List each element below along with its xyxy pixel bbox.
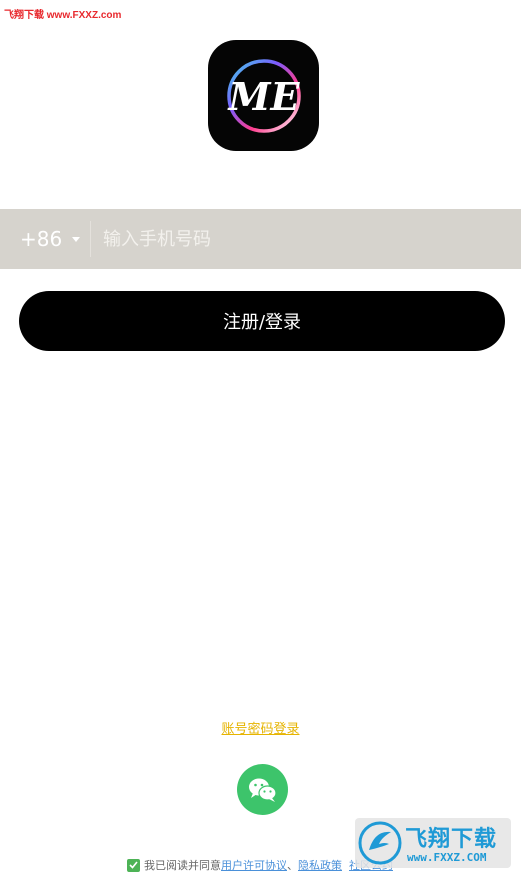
phone-number-input[interactable] [91, 209, 521, 269]
agreement-separator: 、 [287, 859, 298, 872]
register-login-button[interactable]: 注册/登录 [19, 291, 505, 351]
privacy-policy-link[interactable]: 隐私政策 [298, 857, 342, 873]
logo-text: ME [226, 74, 300, 119]
fxxz-logo-icon [358, 821, 402, 865]
checkmark-icon [129, 861, 138, 869]
phone-input-row: +86 [0, 209, 521, 269]
agree-checkbox[interactable] [127, 858, 140, 872]
wechat-login-button[interactable] [237, 764, 288, 815]
agreement-prefix: 我已阅读并同意 [144, 859, 221, 872]
country-code-text: +86 [20, 227, 63, 251]
password-login-link[interactable]: 账号密码登录 [0, 718, 521, 737]
watermark-top-text: 飞翔下载 www.FXXZ.com [4, 10, 122, 21]
watermark-badge-site: www.FXXZ.COM [407, 851, 487, 864]
country-code-selector[interactable]: +86 [0, 209, 90, 269]
chevron-down-icon [72, 236, 81, 242]
app-logo: ME [208, 40, 319, 151]
agreement-row: 我已阅读并同意 用户许可协议 、 隐私政策 社区公约 [127, 857, 393, 873]
me-logo-icon: ME [226, 58, 301, 133]
watermark-badge: 飞翔下载 www.FXXZ.COM [355, 818, 511, 868]
wechat-icon [248, 778, 277, 802]
user-agreement-link[interactable]: 用户许可协议 [221, 857, 287, 873]
watermark-badge-title: 飞翔下载 [405, 827, 498, 852]
